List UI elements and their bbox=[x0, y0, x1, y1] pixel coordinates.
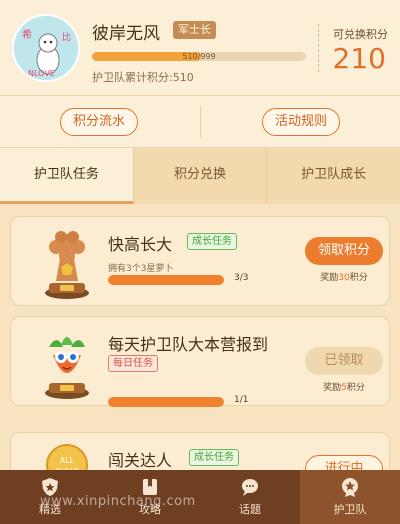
task-card: ALL CLEAR 闯关达人 成长任务 进行中 bbox=[10, 432, 390, 470]
task-progress-fill bbox=[108, 275, 224, 285]
points-value: 210 bbox=[332, 42, 386, 75]
reward-prefix: 奖励 bbox=[323, 383, 342, 393]
task-progress-bar bbox=[108, 275, 224, 285]
all-clear-trophy-icon: ALL CLEAR bbox=[46, 444, 88, 470]
nav-item-featured[interactable]: 精选 bbox=[0, 470, 100, 524]
task-progress-count: 3/3 bbox=[234, 273, 249, 283]
task-tag: 成长任务 bbox=[187, 233, 237, 250]
username: 彼岸无风 bbox=[92, 24, 160, 44]
task-title: 闯关达人 bbox=[108, 451, 173, 470]
svg-text:比: 比 bbox=[62, 31, 71, 43]
task-reward: 奖励5积分 bbox=[299, 380, 389, 393]
task-card: 每天护卫队大本营报到 每日任务 1/1 已领取 奖励5积分 bbox=[10, 316, 390, 407]
nav-item-guides[interactable]: 攻略 bbox=[100, 470, 200, 524]
task-progress-bar bbox=[108, 397, 224, 407]
chat-bubble-icon bbox=[242, 479, 258, 496]
task-reward: 奖励30积分 bbox=[299, 270, 389, 283]
task-tag: 成长任务 bbox=[189, 449, 239, 466]
reward-prefix: 奖励 bbox=[320, 273, 339, 283]
points-flow-button[interactable]: 积分流水 bbox=[60, 108, 139, 136]
task-card: 快高长大 成长任务 拥有3个3星萝卜 3/3 领取积分 奖励30积分 bbox=[10, 216, 390, 306]
reward-suffix: 积分 bbox=[349, 273, 368, 283]
reward-amount: 30 bbox=[338, 273, 350, 283]
in-progress-button[interactable]: 进行中 bbox=[305, 455, 383, 470]
nav-label: 精选 bbox=[39, 503, 61, 516]
growth-trophy-icon bbox=[45, 231, 89, 299]
task-progress-fill bbox=[108, 397, 224, 407]
bookmark-icon bbox=[143, 479, 157, 495]
activity-rules-button[interactable]: 活动规则 bbox=[262, 108, 341, 136]
task-title: 快高长大 bbox=[108, 235, 173, 254]
avatar-illustration: 希 比 NLOVE bbox=[14, 16, 78, 80]
action-divider bbox=[200, 106, 201, 138]
nav-label: 攻略 bbox=[139, 503, 161, 516]
nav-item-topics[interactable]: 话题 bbox=[200, 470, 300, 524]
tab-bar: 护卫队任务 积分兑换 护卫队成长 bbox=[0, 148, 400, 204]
rank-badge: 军士长 bbox=[173, 21, 216, 39]
tab-guard-growth[interactable]: 护卫队成长 bbox=[267, 148, 400, 204]
claim-points-button[interactable]: 领取积分 bbox=[305, 237, 383, 265]
tab-points-exchange[interactable]: 积分兑换 bbox=[134, 148, 268, 204]
task-title: 每天护卫队大本营报到 bbox=[108, 335, 269, 354]
task-progress-count: 1/1 bbox=[234, 395, 249, 405]
header-divider bbox=[318, 24, 319, 72]
claimed-button[interactable]: 已领取 bbox=[305, 347, 383, 375]
action-row: 积分流水 活动规则 bbox=[0, 96, 400, 148]
level-progress-text: 510/999 bbox=[182, 52, 216, 61]
svg-text:希: 希 bbox=[22, 28, 32, 41]
bottom-nav: 精选 攻略 话题 护卫队 bbox=[0, 470, 400, 524]
points-label: 可兑换积分 bbox=[333, 28, 388, 41]
task-tag: 每日任务 bbox=[108, 355, 158, 372]
task-description: 拥有3个3星萝卜 bbox=[108, 264, 174, 274]
task-list[interactable]: 快高长大 成长任务 拥有3个3星萝卜 3/3 领取积分 奖励30积分 每天护卫队… bbox=[0, 204, 400, 470]
carrot-trophy-icon bbox=[45, 337, 89, 399]
user-header: 希 比 NLOVE 彼岸无风 军士长 510/999 护卫队累计积分:510 可… bbox=[0, 0, 400, 96]
reward-suffix: 积分 bbox=[346, 383, 365, 393]
guard-badge-icon bbox=[342, 478, 358, 497]
shield-star-icon bbox=[42, 478, 58, 496]
user-avatar[interactable]: 希 比 NLOVE bbox=[12, 14, 80, 82]
trophy-text-line1: ALL bbox=[60, 456, 75, 465]
cumulative-points: 护卫队累计积分:510 bbox=[92, 71, 194, 84]
nav-item-guard[interactable]: 护卫队 bbox=[300, 470, 400, 524]
svg-text:NLOVE: NLOVE bbox=[28, 69, 55, 78]
tab-guard-tasks[interactable]: 护卫队任务 bbox=[0, 148, 134, 204]
nav-label: 话题 bbox=[239, 503, 261, 516]
nav-label: 护卫队 bbox=[333, 503, 367, 516]
